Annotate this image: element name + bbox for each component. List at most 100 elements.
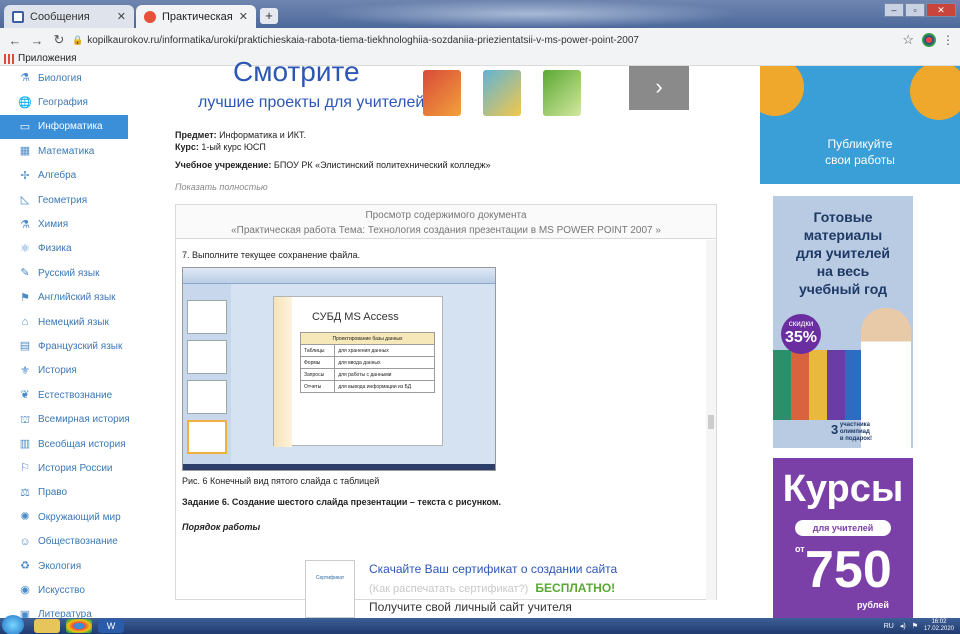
sidebar-item[interactable]: ⚗ Биология: [0, 66, 155, 90]
russia-icon: ⚐: [20, 462, 30, 475]
window-close-icon[interactable]: ✕: [926, 3, 956, 17]
ad-headline: Смотрите: [233, 56, 360, 87]
table-cell: Формы: [299, 356, 336, 369]
minimize-icon[interactable]: –: [884, 3, 904, 17]
banner-circle-decoration: [910, 66, 960, 120]
sidebar-item[interactable]: ⚛ Физика: [0, 237, 155, 261]
apps-bookmark[interactable]: Приложения: [18, 53, 77, 64]
clock-date: 17.02.2020: [923, 626, 954, 632]
close-tab-icon[interactable]: ✕: [239, 10, 248, 23]
sidebar-item[interactable]: ♻ Экология: [0, 554, 155, 578]
certificate-image-text: Сертификат: [315, 575, 345, 581]
profile-avatar[interactable]: [922, 33, 936, 47]
menu-dots-icon[interactable]: ⋮: [942, 33, 954, 47]
new-tab-button[interactable]: +: [260, 8, 278, 24]
sidebar-item-label: Естествознание: [38, 389, 113, 401]
viewer-scrollbar[interactable]: [706, 240, 716, 600]
sidebar-item[interactable]: ⚐ История России: [0, 456, 155, 480]
sidebar-item-label: Алгебра: [38, 170, 77, 182]
show-more-link[interactable]: Показать полностью: [175, 182, 268, 192]
sidebar-item[interactable]: ◺ Геометрия: [0, 188, 155, 212]
sidebar-item-label: История: [38, 365, 77, 377]
forward-icon[interactable]: →: [28, 33, 46, 48]
start-button-icon[interactable]: [2, 615, 24, 634]
sidebar-item[interactable]: ✺ Окружающий мир: [0, 505, 155, 529]
flask-icon: ⚗: [20, 218, 30, 231]
leaf-icon: ❦: [20, 389, 30, 402]
scroll-thumb[interactable]: [708, 415, 714, 429]
globe-icon: 🌐: [18, 96, 32, 109]
maximize-icon[interactable]: ▫: [905, 3, 925, 17]
scroll-icon: ▥: [19, 438, 31, 451]
tower-icon: ⛫: [19, 413, 31, 426]
sidebar-item[interactable]: ⚜ История: [0, 359, 155, 383]
tab-practical-work[interactable]: Практическая работа Тема: Те ✕: [136, 5, 256, 28]
publish-banner[interactable]: Публикуйте свои работы: [760, 66, 960, 184]
sidebar-item[interactable]: ⚑ Английский язык: [0, 286, 155, 310]
olympiad-number: 3: [831, 422, 839, 438]
word-icon[interactable]: W: [98, 619, 124, 633]
viewer-header: Просмотр содержимого документа «Практиче…: [176, 205, 716, 239]
certificate-download-link[interactable]: Скачайте Ваш сертификат о создании сайта: [369, 562, 617, 576]
sidebar-item[interactable]: ▦ Математика: [0, 139, 155, 163]
explorer-icon[interactable]: [34, 619, 60, 633]
sidebar-item[interactable]: 🌐 География: [0, 90, 155, 114]
address-bar: ← → ↻ 🔒 kopilkaurokov.ru/informatika/uro…: [0, 28, 960, 52]
price-value: 750: [805, 541, 892, 599]
bookmark-star-icon[interactable]: ☆: [902, 32, 914, 48]
sidebar-item-label: Экология: [38, 560, 82, 572]
sidebar-item[interactable]: ⌂ Немецкий язык: [0, 310, 155, 334]
sidebar-item-label: Немецкий язык: [38, 316, 109, 328]
back-icon[interactable]: ←: [6, 33, 24, 48]
course-value: 1-ый курс ЮСП: [201, 142, 266, 152]
close-tab-icon[interactable]: ✕: [117, 10, 126, 23]
sidebar-item[interactable]: ⚖ Право: [0, 481, 155, 505]
courses-banner[interactable]: Курсы для учителей от 750 рублей: [773, 458, 913, 618]
table-cell: Таблицы: [299, 344, 336, 357]
sidebar-item-label: История России: [38, 462, 113, 474]
materials-banner[interactable]: Готовые материалы для учителей на весь у…: [773, 196, 913, 448]
messages-icon: [12, 10, 24, 23]
function-icon: ✢: [20, 169, 30, 182]
people-icon: ☺: [19, 535, 31, 548]
sidebar-item[interactable]: ▭ Информатика: [0, 114, 128, 140]
sidebar-item-label: Физика: [38, 243, 72, 255]
sidebar-item-label: География: [38, 97, 88, 109]
clock[interactable]: 16:02 17.02.2020: [924, 619, 954, 633]
volume-icon[interactable]: ◂): [900, 622, 906, 630]
sidebar-item[interactable]: ⛫ Всемирная история: [0, 407, 155, 431]
sun-icon: ✺: [20, 511, 30, 524]
sidebar-item[interactable]: ☺ Обществознание: [0, 529, 155, 553]
table-cell: Запросы: [299, 368, 336, 381]
personal-site-link[interactable]: Получите свой личный сайт учителя: [369, 600, 572, 614]
clock-time: 16:02: [931, 619, 947, 625]
slide-thumbnail: [187, 340, 227, 374]
url-field[interactable]: 🔒 kopilkaurokov.ru/informatika/uroki/pra…: [72, 35, 902, 46]
sidebar-item-label: Информатика: [38, 121, 103, 133]
sidebar-item-label: Математика: [38, 145, 95, 157]
ad-next-arrow-icon[interactable]: ›: [629, 66, 689, 110]
sidebar-item-label: Химия: [38, 219, 69, 231]
windows-taskbar: W RU ◂) ⚑ 16:02 17.02.2020: [0, 615, 960, 634]
flag-icon[interactable]: ⚑: [912, 622, 918, 630]
chrome-icon[interactable]: [66, 619, 92, 633]
institution-line: Учебное учреждение: БПОУ РК «Элистинский…: [175, 160, 491, 170]
tab-messages[interactable]: Сообщения ✕: [4, 5, 134, 28]
reload-icon[interactable]: ↻: [50, 32, 68, 48]
sidebar-item-label: Геометрия: [38, 194, 88, 206]
language-indicator[interactable]: RU: [884, 623, 894, 630]
sidebar-item-label: Английский язык: [38, 292, 116, 304]
sidebar-item[interactable]: ▥ Всеобщая история: [0, 432, 155, 456]
how-to-print-link[interactable]: (Как распечатать сертификат?): [369, 583, 528, 595]
sidebar-item[interactable]: ▤ Французский язык: [0, 334, 155, 358]
top-ad-banner[interactable]: Смотрите лучшие проекты для учителей ›: [165, 56, 725, 122]
sidebar-item[interactable]: ✢ Алгебра: [0, 164, 155, 188]
tab-label: Практическая работа Тема: Те: [162, 10, 235, 23]
sidebar-item[interactable]: ⚗ Химия: [0, 212, 155, 236]
ad-book-3: [543, 70, 581, 116]
sidebar-item[interactable]: ◉ Искусство: [0, 578, 155, 602]
ppt-taskbar: [183, 464, 495, 470]
slide-thumbnail: [187, 300, 227, 334]
sidebar-item[interactable]: ❦ Естествознание: [0, 383, 155, 407]
sidebar-item[interactable]: ✎ Русский язык: [0, 261, 155, 285]
